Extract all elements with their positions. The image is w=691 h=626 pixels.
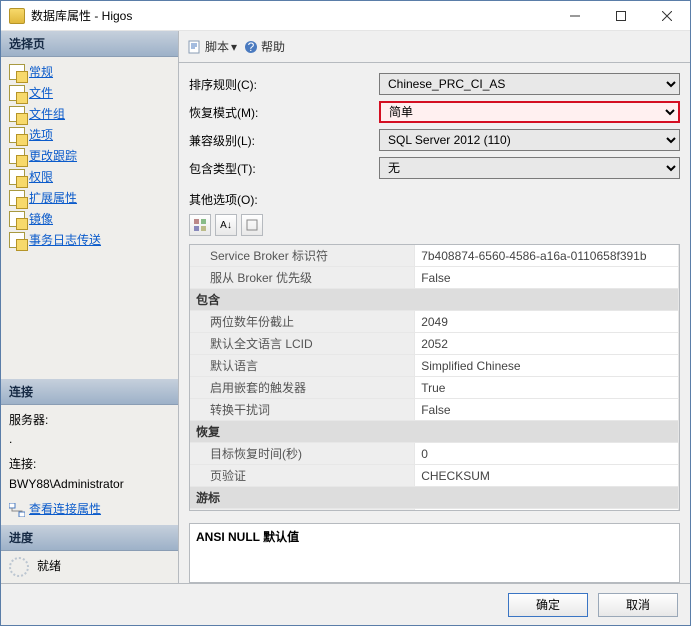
property-row[interactable]: 转换干扰词False [190,399,679,421]
recovery-label: 恢复模式(M): [189,104,379,121]
script-button[interactable]: 脚本 ▾ [187,38,237,55]
property-row[interactable]: 目标恢复时间(秒)0 [190,443,679,465]
connection-label: 连接: [9,455,170,474]
recovery-select[interactable]: 简单 [379,101,680,123]
window-title: 数据库属性 - Higos [31,7,552,24]
svg-text:?: ? [248,40,255,54]
chevron-down-icon: ▾ [189,491,192,501]
compat-label: 兼容级别(L): [189,132,379,149]
collation-select[interactable]: Chinese_PRC_CI_AS [379,73,680,95]
sidebar-item-label[interactable]: 扩展属性 [29,189,77,206]
compat-select[interactable]: SQL Server 2012 (110) [379,129,680,151]
dialog-footer: 确定 取消 [1,583,690,625]
help-icon: ? [243,39,259,55]
sidebar-item-label[interactable]: 事务日志传送 [29,231,101,248]
page-icon [9,127,25,143]
categorized-button[interactable] [189,214,211,236]
property-category[interactable]: ▾恢复 [190,421,679,443]
sidebar-item-label[interactable]: 选项 [29,126,53,143]
maximize-button[interactable] [598,1,644,31]
page-icon [9,190,25,206]
minimize-button[interactable] [552,1,598,31]
network-icon [9,503,25,517]
sidebar: 选择页 常规文件文件组选项更改跟踪权限扩展属性镜像事务日志传送 连接 服务器: … [1,31,179,583]
containment-label: 包含类型(T): [189,160,379,177]
sidebar-item-5[interactable]: 权限 [1,166,178,187]
property-row[interactable]: 页验证CHECKSUM [190,465,679,487]
property-row[interactable]: 默认语言Simplified Chinese [190,355,679,377]
sidebar-item-label[interactable]: 文件 [29,84,53,101]
sidebar-item-label[interactable]: 文件组 [29,105,65,122]
page-icon [9,232,25,248]
property-row[interactable]: 启用嵌套的触发器True [190,377,679,399]
titlebar: 数据库属性 - Higos [1,1,690,31]
property-grid[interactable]: Service Broker 标识符7b408874-6560-4586-a16… [189,244,680,511]
property-row[interactable]: 默认全文语言 LCID2052 [190,333,679,355]
sidebar-item-8[interactable]: 事务日志传送 [1,229,178,250]
connection-header: 连接 [1,379,178,405]
other-options-label: 其他选项(O): [189,191,680,208]
sidebar-item-7[interactable]: 镜像 [1,208,178,229]
page-icon [9,85,25,101]
progress-status: 就绪 [37,557,61,576]
progress-spinner-icon [9,557,29,577]
view-connection-link[interactable]: 查看连接属性 [29,502,101,516]
dialog-window: 数据库属性 - Higos 选择页 常规文件文件组选项更改跟踪权限扩展属性镜像事… [0,0,691,626]
alphabetical-button[interactable]: A↓ [215,214,237,236]
chevron-down-icon: ▾ [189,425,192,435]
collation-label: 排序规则(C): [189,76,379,93]
server-value: . [9,430,170,449]
sidebar-item-label[interactable]: 权限 [29,168,53,185]
script-icon [187,39,203,55]
sidebar-item-6[interactable]: 扩展属性 [1,187,178,208]
close-button[interactable] [644,1,690,31]
page-icon [9,211,25,227]
description-title: ANSI NULL 默认值 [196,528,673,545]
sidebar-item-label[interactable]: 镜像 [29,210,53,227]
page-icon [9,169,25,185]
sidebar-item-label[interactable]: 常规 [29,63,53,80]
toolbar: 脚本 ▾ ? 帮助 [179,31,690,63]
connection-value: BWY88\Administrator [9,475,170,494]
property-category[interactable]: ▾包含 [190,289,679,311]
sidebar-item-4[interactable]: 更改跟踪 [1,145,178,166]
chevron-down-icon: ▾ [231,40,237,54]
sidebar-item-label[interactable]: 更改跟踪 [29,147,77,164]
app-icon [9,8,25,24]
description-box: ANSI NULL 默认值 [189,523,680,583]
sidebar-item-2[interactable]: 文件组 [1,103,178,124]
sidebar-item-3[interactable]: 选项 [1,124,178,145]
page-icon [9,106,25,122]
help-button[interactable]: ? 帮助 [243,38,285,55]
property-row[interactable]: 两位数年份截止2049 [190,311,679,333]
sidebar-item-0[interactable]: 常规 [1,61,178,82]
ok-button[interactable]: 确定 [508,593,588,617]
page-icon [9,64,25,80]
page-icon [9,148,25,164]
select-page-header: 选择页 [1,31,178,57]
property-row[interactable]: 默认游标GLOBAL [190,509,679,512]
property-pages-button[interactable] [241,214,263,236]
property-row[interactable]: Service Broker 标识符7b408874-6560-4586-a16… [190,245,679,267]
chevron-down-icon: ▾ [189,293,192,303]
containment-select[interactable]: 无 [379,157,680,179]
cancel-button[interactable]: 取消 [598,593,678,617]
property-category[interactable]: ▾游标 [190,487,679,509]
server-label: 服务器: [9,411,170,430]
sidebar-item-1[interactable]: 文件 [1,82,178,103]
property-row[interactable]: 服从 Broker 优先级False [190,267,679,289]
progress-header: 进度 [1,525,178,551]
